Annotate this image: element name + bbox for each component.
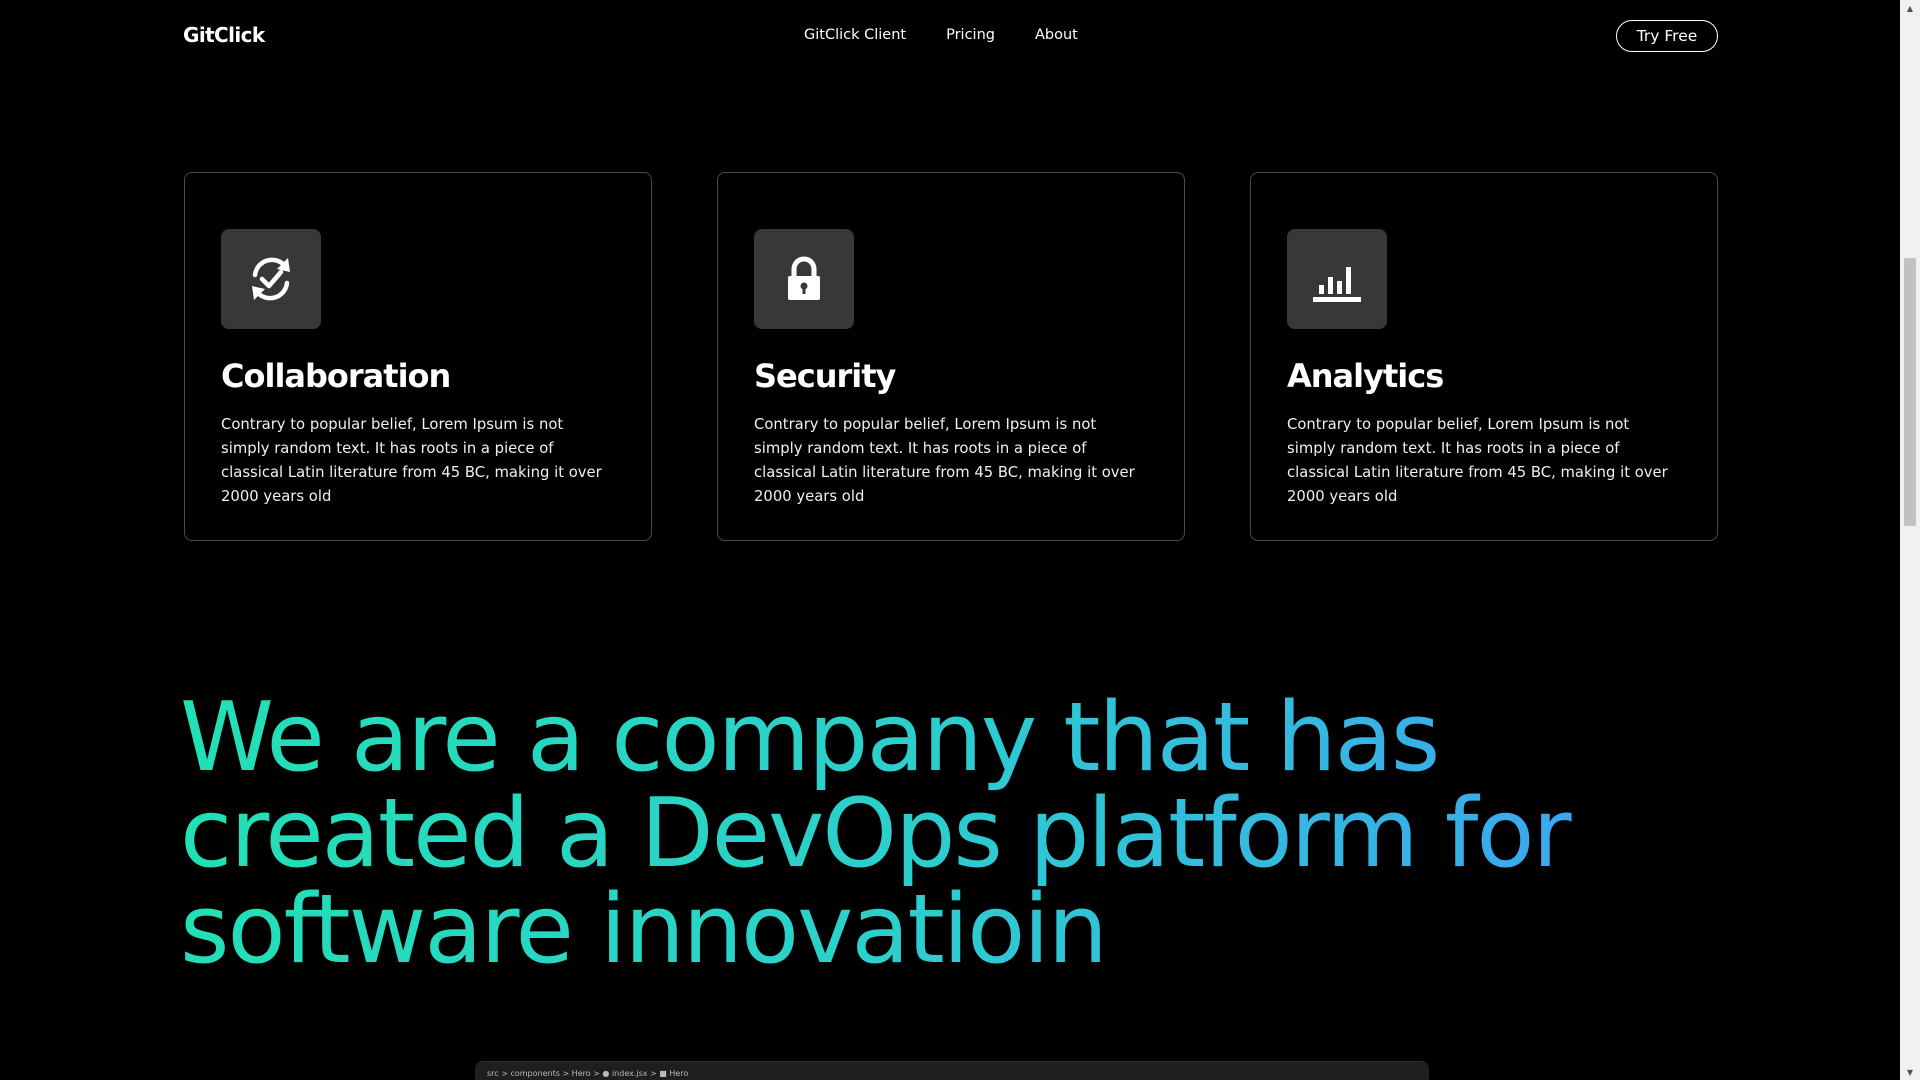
nav-link-pricing[interactable]: Pricing	[946, 27, 995, 43]
editor-breadcrumb: src > components > Hero > ● index.jsx > …	[487, 1069, 689, 1078]
main-nav: GitClick Client Pricing About	[804, 27, 1078, 43]
site-header: GitClick GitClick Client Pricing About T…	[0, 0, 1900, 74]
headline-line: We are a company that has	[180, 683, 1439, 793]
sync-check-icon	[221, 229, 321, 329]
feature-title: Security	[754, 357, 896, 395]
hero-headline: We are a company that has created a DevO…	[180, 690, 1780, 978]
scroll-up-arrow-icon[interactable]: ▲	[1900, 0, 1920, 16]
try-free-button[interactable]: Try Free	[1616, 20, 1718, 52]
feature-card-analytics: Analytics Contrary to popular belief, Lo…	[1250, 172, 1718, 541]
feature-description: Contrary to popular belief, Lorem Ipsum …	[1287, 416, 1668, 505]
feature-card-security: Security Contrary to popular belief, Lor…	[717, 172, 1185, 541]
feature-cards: Collaboration Contrary to popular belief…	[184, 172, 1718, 541]
feature-title: Analytics	[1287, 357, 1444, 395]
feature-card-collaboration: Collaboration Contrary to popular belief…	[184, 172, 652, 541]
headline-line: software innovatioin	[180, 875, 1106, 985]
feature-description: Contrary to popular belief, Lorem Ipsum …	[221, 416, 602, 505]
logo[interactable]: GitClick	[183, 23, 265, 47]
code-editor-preview: src > components > Hero > ● index.jsx > …	[475, 1061, 1429, 1080]
scroll-down-arrow-icon[interactable]: ▼	[1900, 1064, 1920, 1080]
headline-line: created a DevOps platform for	[180, 779, 1570, 889]
nav-link-about[interactable]: About	[1035, 27, 1078, 43]
feature-description: Contrary to popular belief, Lorem Ipsum …	[754, 416, 1135, 505]
bar-chart-icon	[1287, 229, 1387, 329]
feature-title: Collaboration	[221, 357, 451, 395]
lock-icon	[754, 229, 854, 329]
nav-link-gitclick-client[interactable]: GitClick Client	[804, 27, 906, 43]
scrollbar-thumb[interactable]	[1904, 258, 1916, 526]
page: GitClick GitClick Client Pricing About T…	[0, 0, 1920, 1080]
page-scrollbar[interactable]: ▲ ▼	[1900, 0, 1920, 1080]
